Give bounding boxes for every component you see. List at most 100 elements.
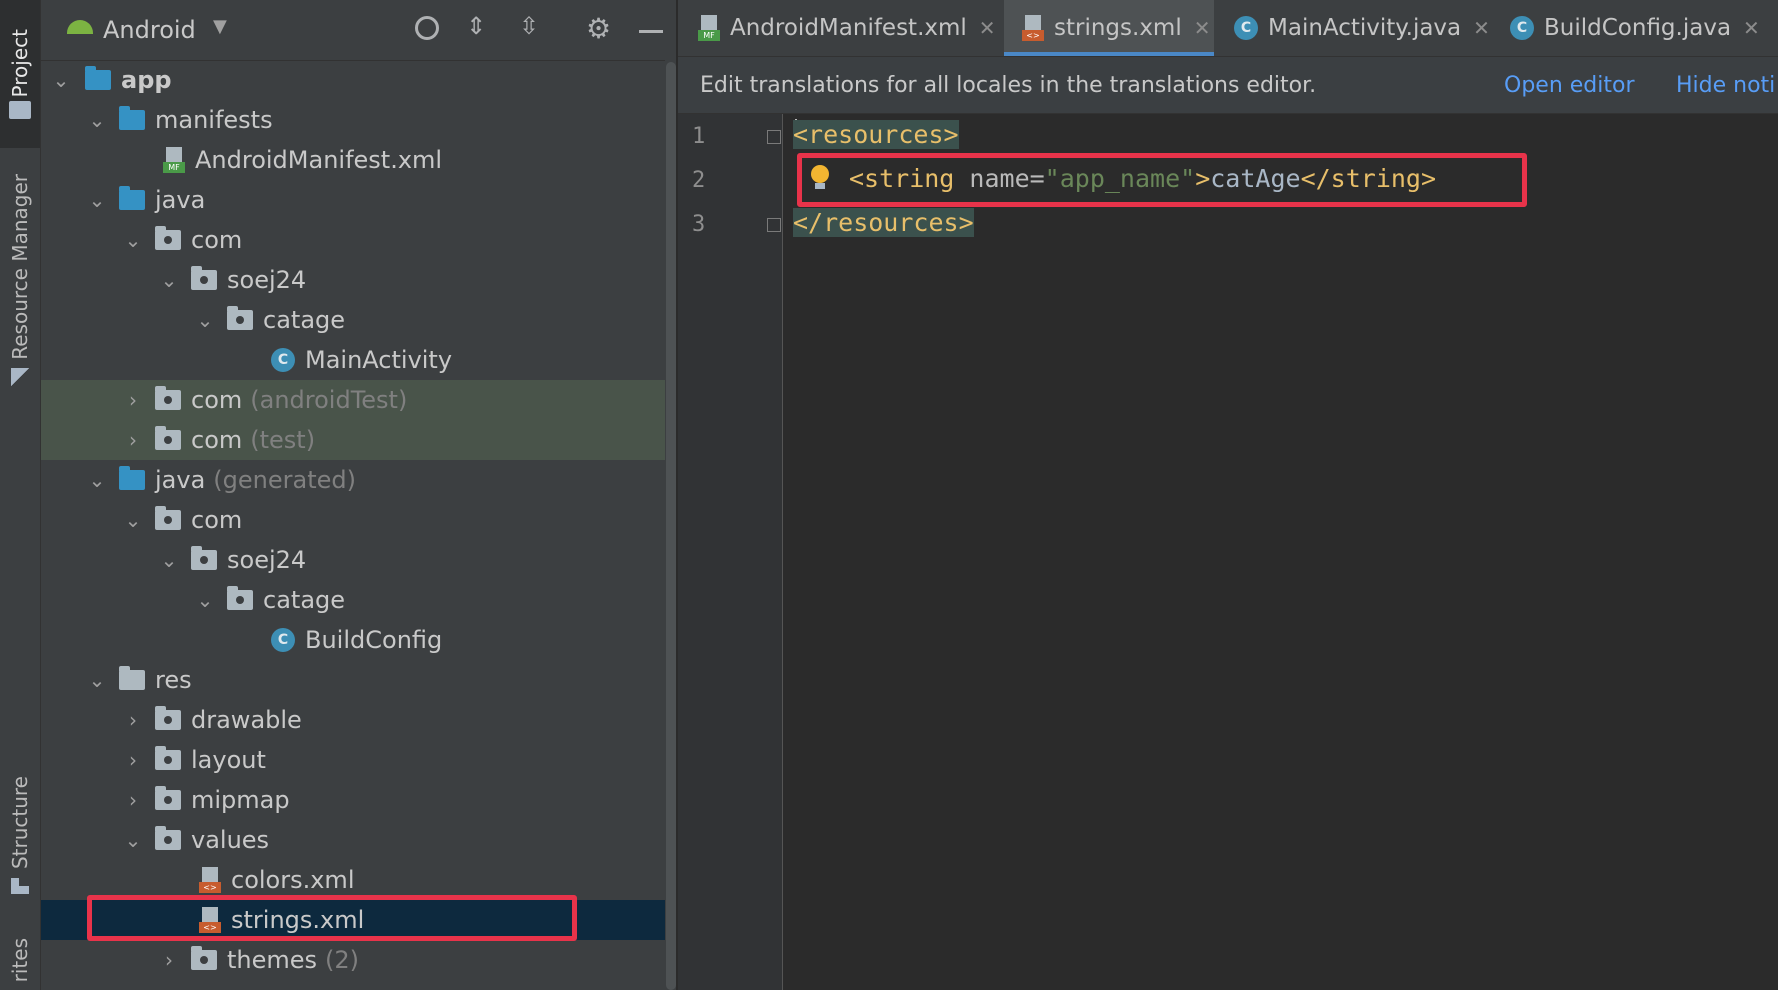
chevron-down-icon[interactable]: ⌄ [159,548,179,572]
manifest-file-icon: MF [698,15,722,41]
tree-item-suffix: (androidTest) [250,386,408,414]
favorites-tool-tab[interactable]: rites [0,930,40,990]
tree-item-values[interactable]: ⌄ values [41,820,665,860]
tree-item-buildconfig[interactable]: C BuildConfig [41,620,665,660]
module-folder-icon [85,66,111,90]
package-icon [155,706,181,730]
structure-tool-tab[interactable]: Structure [0,770,40,900]
tree-item-suffix: (2) [325,946,360,974]
tab-strings-xml[interactable]: <> strings.xml ✕ [1004,0,1214,56]
chevron-down-icon[interactable]: ⌄ [87,468,107,492]
package-icon [155,746,181,770]
tree-item-app[interactable]: ⌄ app [41,60,665,100]
tree-item-manifests[interactable]: ⌄ manifests [41,100,665,140]
tree-item-java-generated[interactable]: ⌄ java (generated) [41,460,665,500]
resource-manager-tool-tab[interactable]: Resource Manager [0,160,40,400]
chevron-down-icon[interactable]: ⌄ [195,308,215,332]
structure-tab-label: Structure [8,776,32,870]
chevron-down-icon[interactable]: ⌄ [123,508,143,532]
gear-icon[interactable]: ⚙ [586,12,611,45]
fold-marker-icon[interactable] [767,130,781,144]
expand-all-icon[interactable]: ⇕ [466,12,486,40]
class-icon: C [271,348,295,372]
class-icon: C [271,628,295,652]
line-number: 3 [692,212,706,237]
shapes-icon [11,367,29,386]
chevron-down-icon[interactable]: ⌄ [123,228,143,252]
tree-item-label: com [191,426,243,454]
tree-item-androidmanifest[interactable]: MF AndroidManifest.xml [41,140,665,180]
chevron-down-icon[interactable]: ⌄ [87,108,107,132]
tree-item-catage-gen[interactable]: ⌄ catage [41,580,665,620]
package-icon [191,546,217,570]
chevron-down-icon[interactable]: ⌄ [87,188,107,212]
tree-item-mipmap[interactable]: › mipmap [41,780,665,820]
view-selector-label[interactable]: Android [103,16,196,44]
tree-item-label: soej24 [227,546,307,574]
tree-item-label: java [155,186,206,214]
chevron-down-icon[interactable]: ▼ [213,16,227,37]
tree-item-drawable[interactable]: › drawable [41,700,665,740]
open-editor-link[interactable]: Open editor [1504,73,1635,98]
folder-icon [119,186,145,210]
package-icon [227,586,253,610]
hide-notification-link[interactable]: Hide noti [1676,73,1775,98]
tree-item-themes[interactable]: › themes (2) [41,940,665,980]
tree-item-mainactivity[interactable]: C MainActivity [41,340,665,380]
line-number: 1 [692,124,706,149]
package-icon [191,266,217,290]
tree-item-colors-xml[interactable]: <> colors.xml [41,860,665,900]
code-line-1[interactable]: <resources> [793,114,959,154]
folder-icon [119,106,145,130]
tree-item-java[interactable]: ⌄ java [41,180,665,220]
folder-icon [9,101,31,120]
chevron-right-icon[interactable]: › [159,948,179,972]
tab-buildconfig-java[interactable]: C BuildConfig.java ✕ [1500,0,1778,56]
package-icon [155,826,181,850]
chevron-right-icon[interactable]: › [123,708,143,732]
tree-item-res[interactable]: ⌄ res [41,660,665,700]
fold-marker-icon[interactable] [767,218,781,232]
close-icon[interactable]: ✕ [1194,16,1211,40]
chevron-down-icon[interactable]: ⌄ [123,828,143,852]
tab-mainactivity-java[interactable]: C MainActivity.java ✕ [1224,0,1494,56]
tree-item-com-test[interactable]: › com (test) [41,420,665,460]
tree-item-com-gen[interactable]: ⌄ com [41,500,665,540]
package-icon [191,946,217,970]
tree-item-label: res [155,666,192,694]
manifest-file-icon: MF [163,147,187,173]
project-tab-label: Project [8,28,32,98]
strings-xml-highlight-box [87,895,577,941]
locate-icon[interactable] [415,16,439,40]
project-tool-tab[interactable]: Project [0,0,40,148]
close-icon[interactable]: ✕ [979,16,996,40]
tree-item-com[interactable]: ⌄ com [41,220,665,260]
tree-item-com-androidtest[interactable]: › com (androidTest) [41,380,665,420]
collapse-all-icon[interactable]: ⇳ [519,12,539,40]
chevron-right-icon[interactable]: › [123,388,143,412]
chevron-right-icon[interactable]: › [123,788,143,812]
close-icon[interactable]: ✕ [1473,16,1490,40]
code-line-3[interactable]: </resources> [793,202,974,242]
chevron-right-icon[interactable]: › [123,428,143,452]
chevron-down-icon[interactable]: ⌄ [159,268,179,292]
code-editor[interactable]: <resources> <string name= "app_name" > catA… [783,114,1778,990]
tree-item-catage[interactable]: ⌄ catage [41,300,665,340]
tree-item-soej24[interactable]: ⌄ soej24 [41,260,665,300]
tree-item-label: com [191,386,243,414]
line-number: 2 [692,168,706,193]
package-icon [155,506,181,530]
string-line-highlight-box [797,153,1527,207]
tree-item-layout[interactable]: › layout [41,740,665,780]
tab-androidmanifest[interactable]: MF AndroidManifest.xml ✕ [678,0,1000,56]
project-panel: Android ▼ ⇕ ⇳ ⚙ ⌄ app ⌄ manifests MF And… [41,0,677,990]
chevron-right-icon[interactable]: › [123,748,143,772]
tree-item-soej24-gen[interactable]: ⌄ soej24 [41,540,665,580]
chevron-down-icon[interactable]: ⌄ [51,68,71,92]
close-icon[interactable]: ✕ [1743,16,1760,40]
minimize-icon[interactable] [639,30,663,33]
chevron-down-icon[interactable]: ⌄ [87,668,107,692]
package-icon [155,426,181,450]
chevron-down-icon[interactable]: ⌄ [195,588,215,612]
tree-item-suffix: (test) [250,426,316,454]
